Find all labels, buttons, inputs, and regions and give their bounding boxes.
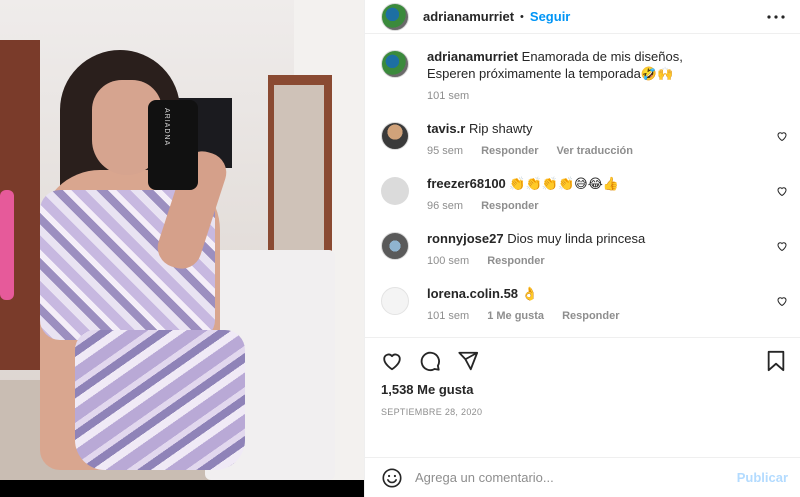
heart-icon[interactable] <box>776 185 788 197</box>
heart-icon[interactable] <box>381 350 403 372</box>
post-sidebar: adrianamurriet • Seguir adrianamurriet E… <box>364 0 800 497</box>
heart-icon[interactable] <box>776 130 788 142</box>
author-username[interactable]: adrianamurriet <box>423 9 514 24</box>
author-avatar[interactable] <box>381 2 409 31</box>
comment-username[interactable]: freezer68100 <box>427 176 506 191</box>
photo-scene: ARIADNA <box>0 0 364 480</box>
more-horizontal-icon[interactable] <box>764 5 788 29</box>
comment-avatar[interactable] <box>381 177 409 205</box>
heart-icon[interactable] <box>776 295 788 307</box>
publish-button[interactable]: Publicar <box>737 470 788 485</box>
post-header: adrianamurriet • Seguir <box>365 0 800 34</box>
comment-text: Rip shawty <box>468 121 533 136</box>
comment-avatar[interactable] <box>381 122 409 150</box>
send-icon[interactable] <box>457 350 479 372</box>
caption-text-line1: Enamorada de mis diseños, <box>521 49 683 64</box>
reply-button[interactable]: Responder <box>487 255 544 267</box>
comment-item: lorena.colin.58 👌 101 sem 1 Me gusta Res… <box>381 285 788 322</box>
action-icons <box>381 350 786 372</box>
reply-button[interactable]: Responder <box>562 310 619 322</box>
comment-item: freezer68100 👏👏👏👏😅😂👍 96 sem Responder <box>381 175 788 212</box>
comment-icon[interactable] <box>419 350 441 372</box>
header-separator: • <box>520 10 524 23</box>
reply-button[interactable]: Responder <box>481 145 538 157</box>
comment-text: 👏👏👏👏😅😂👍 <box>509 176 620 191</box>
comment-composer: Publicar <box>365 457 800 497</box>
caption-username[interactable]: adrianamurriet <box>427 49 518 64</box>
translate-button[interactable]: Ver traducción <box>557 145 633 157</box>
bookmark-icon[interactable] <box>766 350 786 372</box>
post-photo[interactable]: ARIADNA <box>0 0 364 497</box>
action-bar: 1,538 Me gusta SEPTIEMBRE 28, 2020 <box>365 337 800 457</box>
comment-age[interactable]: 95 sem <box>427 145 463 157</box>
comment-username[interactable]: ronnyjose27 <box>427 231 504 246</box>
comment-item: tavis.r Rip shawty 95 sem Responder Ver … <box>381 120 788 157</box>
follow-button[interactable]: Seguir <box>530 9 570 24</box>
caption-avatar[interactable] <box>381 50 409 78</box>
comment-age[interactable]: 100 sem <box>427 255 469 267</box>
comment-age[interactable]: 96 sem <box>427 200 463 212</box>
likes-count[interactable]: 1,538 Me gusta <box>381 382 786 397</box>
post-modal: ARIADNA adrianamurriet • Seguir adrianam… <box>0 0 800 497</box>
sequin-shorts <box>75 330 245 470</box>
comment-avatar[interactable] <box>381 287 409 315</box>
phone-case-text: ARIADNA <box>163 108 170 147</box>
comment-input[interactable] <box>415 470 737 485</box>
comment-avatar[interactable] <box>381 232 409 260</box>
emoji-icon[interactable] <box>381 467 403 489</box>
caption-age[interactable]: 101 sem <box>427 90 469 102</box>
comment-text: Dios muy linda princesa <box>507 231 646 246</box>
post-date[interactable]: SEPTIEMBRE 28, 2020 <box>381 407 786 417</box>
comment-username[interactable]: tavis.r <box>427 121 465 136</box>
pink-object <box>0 190 14 300</box>
heart-icon[interactable] <box>776 240 788 252</box>
caption: adrianamurriet Enamorada de mis diseños,… <box>381 48 788 102</box>
comment-username[interactable]: lorena.colin.58 <box>427 286 518 301</box>
comment-age[interactable]: 101 sem <box>427 310 469 322</box>
caption-text-line2: Esperen próximamente la temporada🤣🙌 <box>427 66 674 81</box>
comment-item: ronnyjose27 Dios muy linda princesa 100 … <box>381 230 788 267</box>
comment-text: 👌 <box>521 286 538 301</box>
comments-list[interactable]: adrianamurriet Enamorada de mis diseños,… <box>365 34 800 337</box>
reply-button[interactable]: Responder <box>481 200 538 212</box>
staircase <box>274 85 324 250</box>
comment-likes[interactable]: 1 Me gusta <box>487 310 544 322</box>
